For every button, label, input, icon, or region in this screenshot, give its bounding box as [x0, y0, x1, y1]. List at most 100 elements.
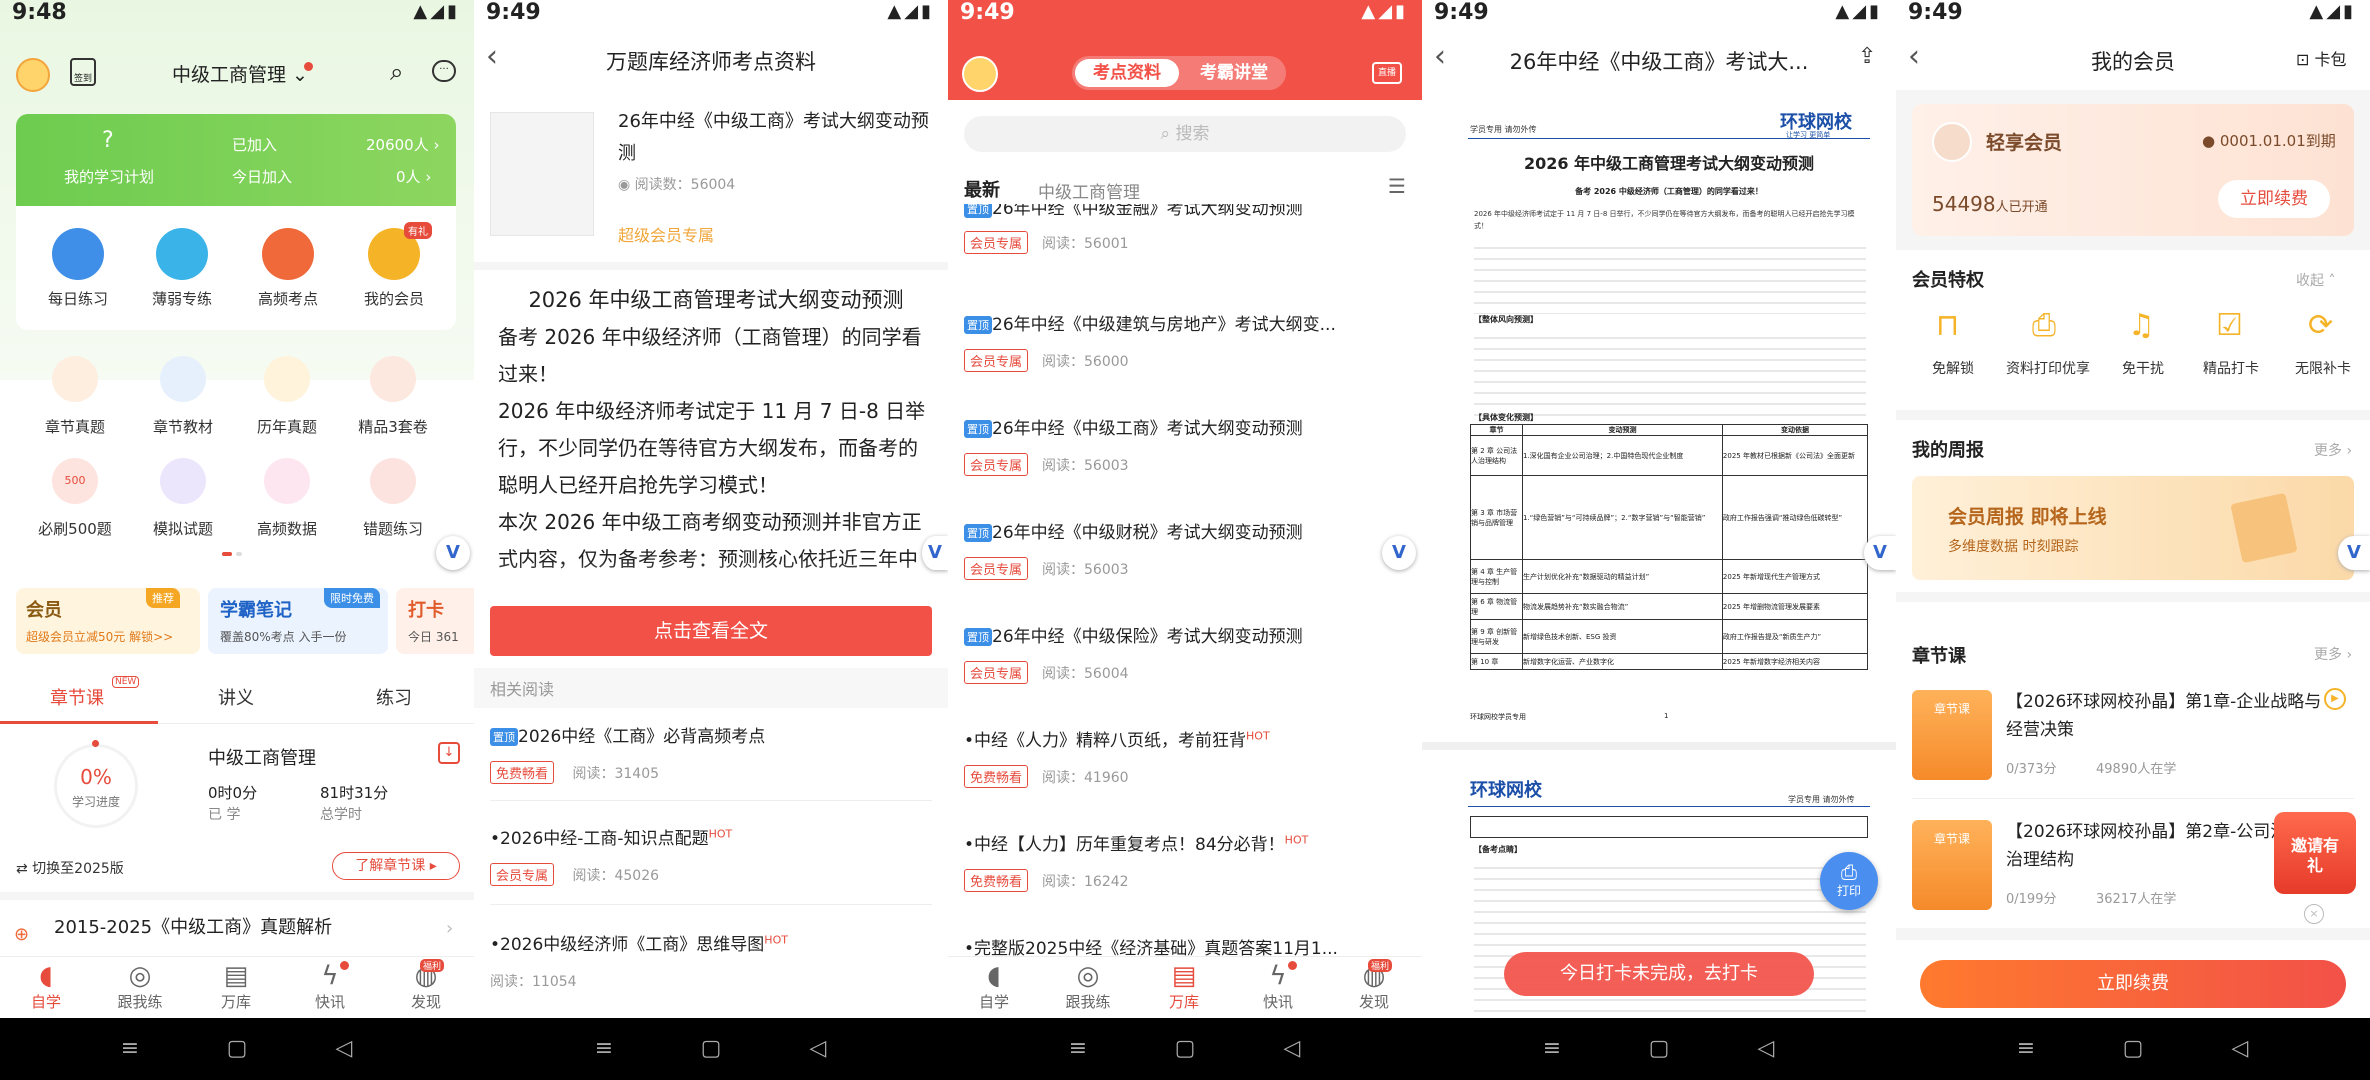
more-link[interactable]: 更多 ›	[2314, 440, 2352, 460]
tab-practice[interactable]: 练习	[376, 684, 412, 710]
tab-follow-practice[interactable]: ◎ 跟我练	[1058, 961, 1118, 1012]
tab-lecture-hall[interactable]: 考霸讲堂	[1182, 59, 1286, 87]
tab-follow-practice[interactable]: ◎ 跟我练	[110, 961, 170, 1012]
mock-exam-icon[interactable]	[160, 458, 206, 504]
document-thumbnail[interactable]	[490, 112, 594, 236]
privilege-print[interactable]: 资料打印优享	[1998, 358, 2098, 378]
live-button[interactable]: 直播	[1372, 62, 1402, 84]
close-icon[interactable]: ×	[2304, 904, 2324, 924]
textbook-icon[interactable]	[160, 356, 206, 402]
search-input[interactable]: ⌕ 搜索	[964, 116, 1406, 152]
list-item[interactable]: 置顶 2026中经《工商》必背高频考点 免费畅看 阅读：31405	[490, 722, 932, 784]
home-nav-icon[interactable]: ▢	[1647, 1037, 1671, 1061]
quick-my-membership[interactable]: 我的会员	[354, 288, 434, 309]
list-item[interactable]: 置顶 26年中经《中级建筑与房地产》考试大纲变... 会员专属 阅读：56000	[964, 310, 1406, 372]
v-float-icon[interactable]: V	[436, 536, 470, 570]
course-thumbnail[interactable]: 章节课	[1912, 820, 1992, 910]
v-float-icon[interactable]: V	[2338, 536, 2370, 570]
list-item[interactable]: •中经《人力》精粹八页纸，考前狂背HOT 免费畅看 阅读：41960	[964, 726, 1406, 788]
list-item[interactable]: 置顶 26年中经《中级金融》考试大纲变动预测 会员专属 阅读：56001	[964, 204, 1406, 264]
tab-library[interactable]: ▤ 万库	[1154, 961, 1214, 1012]
course-title[interactable]: 【2026环球网校孙晶】第2章-公司法人治理结构	[2006, 818, 2306, 874]
promo-membership[interactable]: 会员 推荐 超级会员立减50元 解锁>>	[16, 588, 200, 654]
privilege-no-disturb[interactable]: 免干扰	[2098, 358, 2188, 378]
chat-icon[interactable]	[156, 228, 208, 280]
menu-nav-icon[interactable]: ≡	[1540, 1037, 1564, 1061]
course-title[interactable]: 【2026环球网校孙晶】第1章-企业战略与经营决策	[2006, 688, 2326, 744]
menu-nav-icon[interactable]: ≡	[118, 1037, 142, 1061]
list-item[interactable]: •中经【人力】历年重复考点！84分必背！HOT 免费畅看 阅读：16242	[964, 830, 1406, 892]
list-item[interactable]: •2026中经-工商-知识点配题HOT 会员专属 阅读：45026	[490, 824, 932, 886]
data-icon[interactable]	[264, 458, 310, 504]
invite-gift-button[interactable]: 邀请有礼	[2274, 812, 2356, 894]
tab-news[interactable]: ϟ 快讯	[1248, 961, 1308, 1012]
renew-button[interactable]: 立即续费	[2218, 180, 2330, 218]
grid-data[interactable]: 高频数据	[242, 518, 332, 539]
list-item[interactable]: 置顶 26年中经《中级工商》考试大纲变动预测 会员专属 阅读：56003	[964, 414, 1406, 476]
privilege-makeup[interactable]: 无限补卡	[2278, 358, 2368, 378]
home-nav-icon[interactable]: ▢	[225, 1037, 249, 1061]
v-float-icon[interactable]: V	[1382, 536, 1416, 570]
past-exam-icon[interactable]	[264, 356, 310, 402]
home-nav-icon[interactable]: ▢	[699, 1037, 723, 1061]
tab-handout[interactable]: 讲义	[218, 684, 254, 710]
clock-icon[interactable]	[52, 228, 104, 280]
list-item[interactable]: 置顶 26年中经《中级财税》考试大纲变动预测 会员专属 阅读：56003	[964, 518, 1406, 580]
back-nav-icon[interactable]: ◁	[1754, 1037, 1778, 1061]
grid-500[interactable]: 必刷500题	[30, 518, 120, 539]
menu-nav-icon[interactable]: ≡	[2014, 1037, 2038, 1061]
500-icon[interactable]: 500	[52, 458, 98, 504]
collapse-link[interactable]: 收起 ˄	[2296, 270, 2335, 290]
list-item[interactable]: 2015-2025《中级工商》真题解析	[54, 914, 434, 942]
menu-nav-icon[interactable]: ≡	[1066, 1037, 1090, 1061]
back-nav-icon[interactable]: ◁	[2228, 1037, 2252, 1061]
menu-nav-icon[interactable]: ≡	[592, 1037, 616, 1061]
tab-news[interactable]: ϟ 快讯	[300, 961, 360, 1012]
avatar[interactable]	[962, 56, 998, 92]
share-icon[interactable]: ⇪	[1858, 44, 1876, 69]
list-item[interactable]: •2026中级经济师《工商》思维导图HOT 阅读：11054	[490, 930, 932, 991]
avatar[interactable]	[16, 58, 50, 92]
menu-icon[interactable]: ☰	[1388, 174, 1406, 198]
switch-version-link[interactable]: ⇄ 切换至2025版	[16, 858, 124, 878]
tab-resources[interactable]: 考点资料	[1075, 59, 1179, 87]
card-pack-link[interactable]: ⊡ 卡包	[2296, 46, 2347, 70]
back-nav-icon[interactable]: ◁	[1280, 1037, 1304, 1061]
tab-library[interactable]: ▤ 万库	[206, 961, 266, 1012]
more-link[interactable]: 更多 ›	[2314, 644, 2352, 664]
sign-in-button[interactable]: 签到	[70, 58, 96, 86]
chapter-exam-icon[interactable]	[52, 356, 98, 402]
three-sets-icon[interactable]	[370, 356, 416, 402]
tab-self-study[interactable]: ◖ 自学	[16, 961, 76, 1012]
checkin-toast[interactable]: 今日打卡未完成，去打卡	[1504, 952, 1814, 996]
weekly-banner[interactable]: 会员周报 即将上线 多维度数据 时刻跟踪	[1912, 476, 2354, 580]
back-nav-icon[interactable]: ◁	[332, 1037, 356, 1061]
quick-daily-practice[interactable]: 每日练习	[38, 288, 118, 309]
message-icon[interactable]: ···	[432, 60, 456, 82]
quick-key-points[interactable]: 高频考点	[248, 288, 328, 309]
promo-checkin[interactable]: 打卡 今日 361	[396, 588, 474, 654]
v-float-icon[interactable]: V	[922, 536, 948, 570]
grid-mock-exam[interactable]: 模拟试题	[138, 518, 228, 539]
grid-chapter-exam[interactable]: 章节真题	[30, 416, 120, 437]
wrong-question-icon[interactable]	[370, 458, 416, 504]
course-thumbnail[interactable]: 章节课	[1912, 690, 1992, 780]
study-plan-card[interactable]: ? 我的学习计划 已加入 20600人 › 今日加入 0人 ›	[16, 114, 456, 206]
home-nav-icon[interactable]: ▢	[2121, 1037, 2145, 1061]
subject-selector[interactable]: 中级工商管理 ⌄	[172, 60, 308, 87]
grid-textbook[interactable]: 章节教材	[138, 416, 228, 437]
back-nav-icon[interactable]: ◁	[806, 1037, 830, 1061]
grid-wrong-questions[interactable]: 错题练习	[348, 518, 438, 539]
tab-chapter-course[interactable]: 章节课	[50, 684, 104, 710]
download-icon[interactable]: ↓	[438, 742, 460, 764]
v-float-icon[interactable]: V	[1864, 536, 1896, 570]
quick-weak-practice[interactable]: 薄弱专练	[142, 288, 222, 309]
list-item[interactable]: 置顶 26年中经《中级保险》考试大纲变动预测 会员专属 阅读：56004	[964, 622, 1406, 684]
privilege-unlock[interactable]: 免解锁	[1908, 358, 1998, 378]
privilege-checkin[interactable]: 精品打卡	[2186, 358, 2276, 378]
view-full-button[interactable]: 点击查看全文	[490, 606, 932, 656]
renew-bottom-button[interactable]: 立即续费	[1920, 960, 2346, 1008]
play-icon[interactable]: ▶	[2324, 688, 2346, 710]
book-icon[interactable]	[262, 228, 314, 280]
filter-latest[interactable]: 最新	[964, 176, 1000, 202]
